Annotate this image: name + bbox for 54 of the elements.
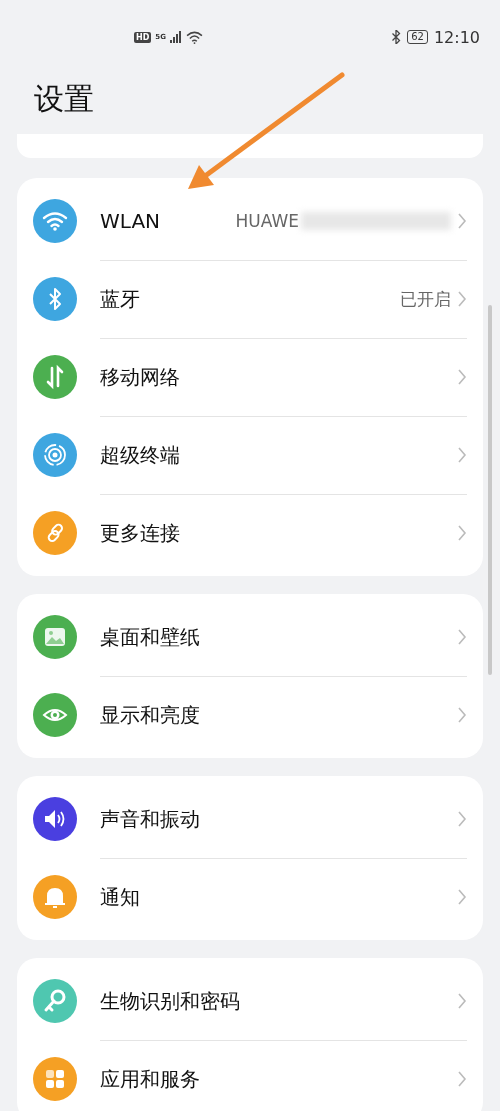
settings-item[interactable]: 生物识别和密码 bbox=[17, 962, 483, 1040]
wifi-icon bbox=[33, 199, 77, 243]
settings-item[interactable]: 通知 bbox=[17, 858, 483, 936]
item-label: 声音和振动 bbox=[100, 805, 200, 833]
search-bar[interactable] bbox=[17, 134, 483, 158]
target-icon bbox=[33, 433, 77, 477]
data-arrows-icon bbox=[33, 355, 77, 399]
chevron-icon bbox=[457, 524, 467, 542]
chevron-icon bbox=[457, 810, 467, 828]
page-title: 设置 bbox=[33, 80, 95, 118]
wifi-icon bbox=[185, 30, 203, 44]
item-label: 显示和亮度 bbox=[100, 701, 200, 729]
settings-item[interactable]: 桌面和壁纸 bbox=[17, 598, 483, 676]
settings-item[interactable]: 显示和亮度 bbox=[17, 676, 483, 754]
settings-item[interactable]: 更多连接 bbox=[17, 494, 483, 572]
item-label: 蓝牙 bbox=[100, 285, 140, 313]
eye-icon bbox=[33, 693, 77, 737]
item-label: 通知 bbox=[100, 883, 140, 911]
chevron-icon bbox=[457, 706, 467, 724]
item-label: WLAN bbox=[100, 209, 161, 233]
settings-item[interactable]: 超级终端 bbox=[17, 416, 483, 494]
settings-item[interactable]: 应用和服务 bbox=[17, 1040, 483, 1111]
settings-item[interactable]: WLAN HUAWE bbox=[17, 182, 483, 260]
item-value: HUAWE bbox=[235, 211, 299, 231]
grid-icon bbox=[33, 1057, 77, 1101]
chevron-icon bbox=[457, 1070, 467, 1088]
item-label: 超级终端 bbox=[100, 441, 180, 469]
chevron-icon bbox=[457, 368, 467, 386]
chevron-icon bbox=[457, 888, 467, 906]
bell-icon bbox=[33, 875, 77, 919]
key-icon bbox=[33, 979, 77, 1023]
item-label: 桌面和壁纸 bbox=[100, 623, 200, 651]
clock-time: 12:10 bbox=[433, 27, 480, 47]
link-icon bbox=[33, 511, 77, 555]
chevron-icon bbox=[457, 992, 467, 1010]
chevron-icon bbox=[457, 290, 467, 308]
speaker-icon bbox=[33, 797, 77, 841]
image-icon bbox=[33, 615, 77, 659]
item-label: 应用和服务 bbox=[100, 1065, 200, 1093]
settings-item[interactable]: 声音和振动 bbox=[17, 780, 483, 858]
battery-level: 62 bbox=[407, 30, 428, 44]
signal-icon bbox=[169, 31, 182, 43]
item-label: 更多连接 bbox=[100, 519, 180, 547]
chevron-icon bbox=[457, 212, 467, 230]
settings-item[interactable]: 蓝牙 已开启 bbox=[17, 260, 483, 338]
bluetooth-icon bbox=[391, 30, 402, 44]
item-label: 移动网络 bbox=[100, 363, 180, 391]
bluetooth-icon bbox=[33, 277, 77, 321]
chevron-icon bbox=[457, 446, 467, 464]
item-label: 生物识别和密码 bbox=[100, 987, 240, 1015]
settings-item[interactable]: 移动网络 bbox=[17, 338, 483, 416]
hd-badge: HD bbox=[134, 31, 152, 43]
item-value: 已开启 bbox=[400, 287, 451, 311]
chevron-icon bbox=[457, 628, 467, 646]
